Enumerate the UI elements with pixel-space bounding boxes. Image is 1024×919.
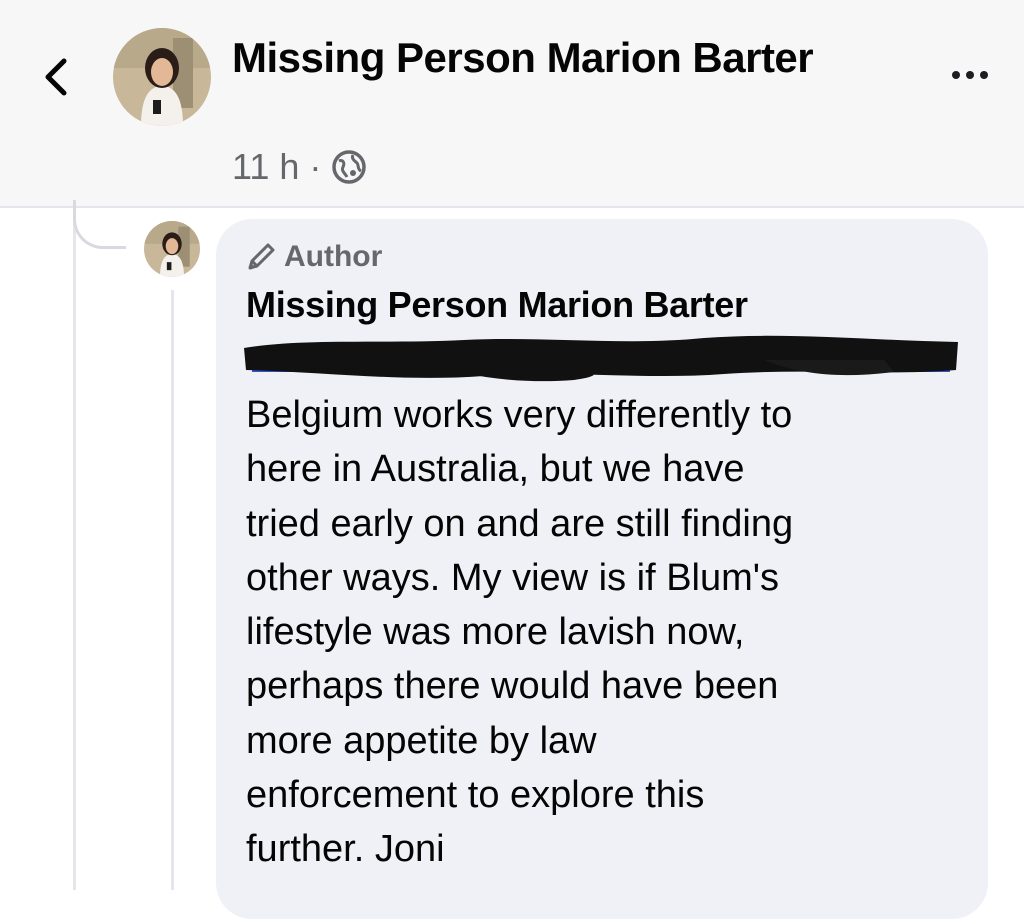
globe-icon <box>332 150 367 184</box>
meta-separator: · <box>309 146 322 187</box>
page-title[interactable]: Missing Person Marion Barter <box>232 30 832 86</box>
back-button[interactable] <box>36 52 76 102</box>
comment-avatar[interactable] <box>144 221 200 277</box>
thread-connector <box>73 200 126 249</box>
reply-thread-line <box>171 290 174 890</box>
more-horizontal-icon <box>952 71 960 79</box>
author-badge-label: Author <box>284 240 383 273</box>
author-badge: Author <box>246 238 382 276</box>
comment-author-name[interactable]: Missing Person Marion Barter <box>246 282 748 328</box>
post-meta: 11 h · <box>232 142 367 192</box>
thread-line <box>73 208 76 890</box>
chevron-left-icon <box>45 58 67 96</box>
post-time[interactable]: 11 h <box>232 146 299 188</box>
comment-text: Belgium works very differently to here i… <box>246 394 794 871</box>
post-header: Missing Person Marion Barter 11 h · <box>0 0 1024 208</box>
redacted-line <box>244 335 958 382</box>
pencil-icon <box>248 243 275 270</box>
page-avatar[interactable] <box>113 28 211 126</box>
more-options-button[interactable] <box>940 50 1000 100</box>
